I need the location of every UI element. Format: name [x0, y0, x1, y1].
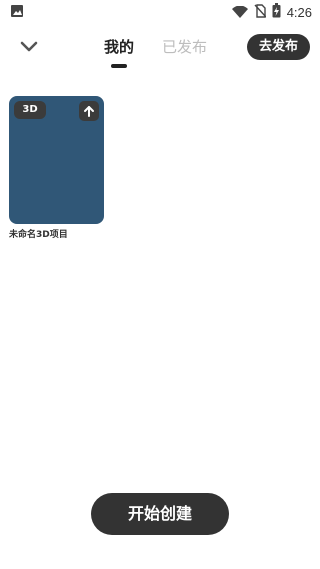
go-publish-button[interactable]: 去发布 — [246, 34, 310, 60]
no-sim-icon — [254, 3, 267, 22]
collapse-button[interactable] — [14, 32, 44, 62]
start-create-button[interactable]: 开始创建 — [91, 493, 229, 535]
status-time: 4:26 — [286, 4, 312, 20]
wifi-icon — [231, 3, 248, 22]
arrow-up-icon — [83, 102, 95, 121]
status-right: 4:26 — [231, 2, 312, 22]
chevron-down-icon — [20, 38, 38, 57]
tab-active-indicator — [111, 64, 127, 68]
tab-mine[interactable]: 我的 — [104, 34, 134, 70]
upload-button[interactable] — [79, 101, 99, 121]
project-item[interactable]: 3D 未命名3D项目 — [9, 96, 104, 240]
tab-published-label: 已发布 — [162, 38, 208, 56]
battery-charging-icon — [272, 2, 281, 22]
tab-mine-label: 我的 — [104, 38, 135, 56]
status-left — [10, 3, 24, 22]
project-type-badge: 3D — [14, 101, 46, 119]
image-icon — [10, 3, 24, 22]
project-title: 未命名3D项目 — [9, 230, 68, 240]
tab-published[interactable]: 已发布 — [162, 34, 207, 70]
top-bar: 我的 已发布 去发布 — [0, 24, 320, 72]
project-grid: 3D 未命名3D项目 — [9, 96, 104, 240]
tab-bar: 我的 已发布 — [104, 34, 207, 70]
project-thumbnail[interactable]: 3D — [9, 96, 104, 224]
status-bar: 4:26 — [0, 0, 320, 24]
